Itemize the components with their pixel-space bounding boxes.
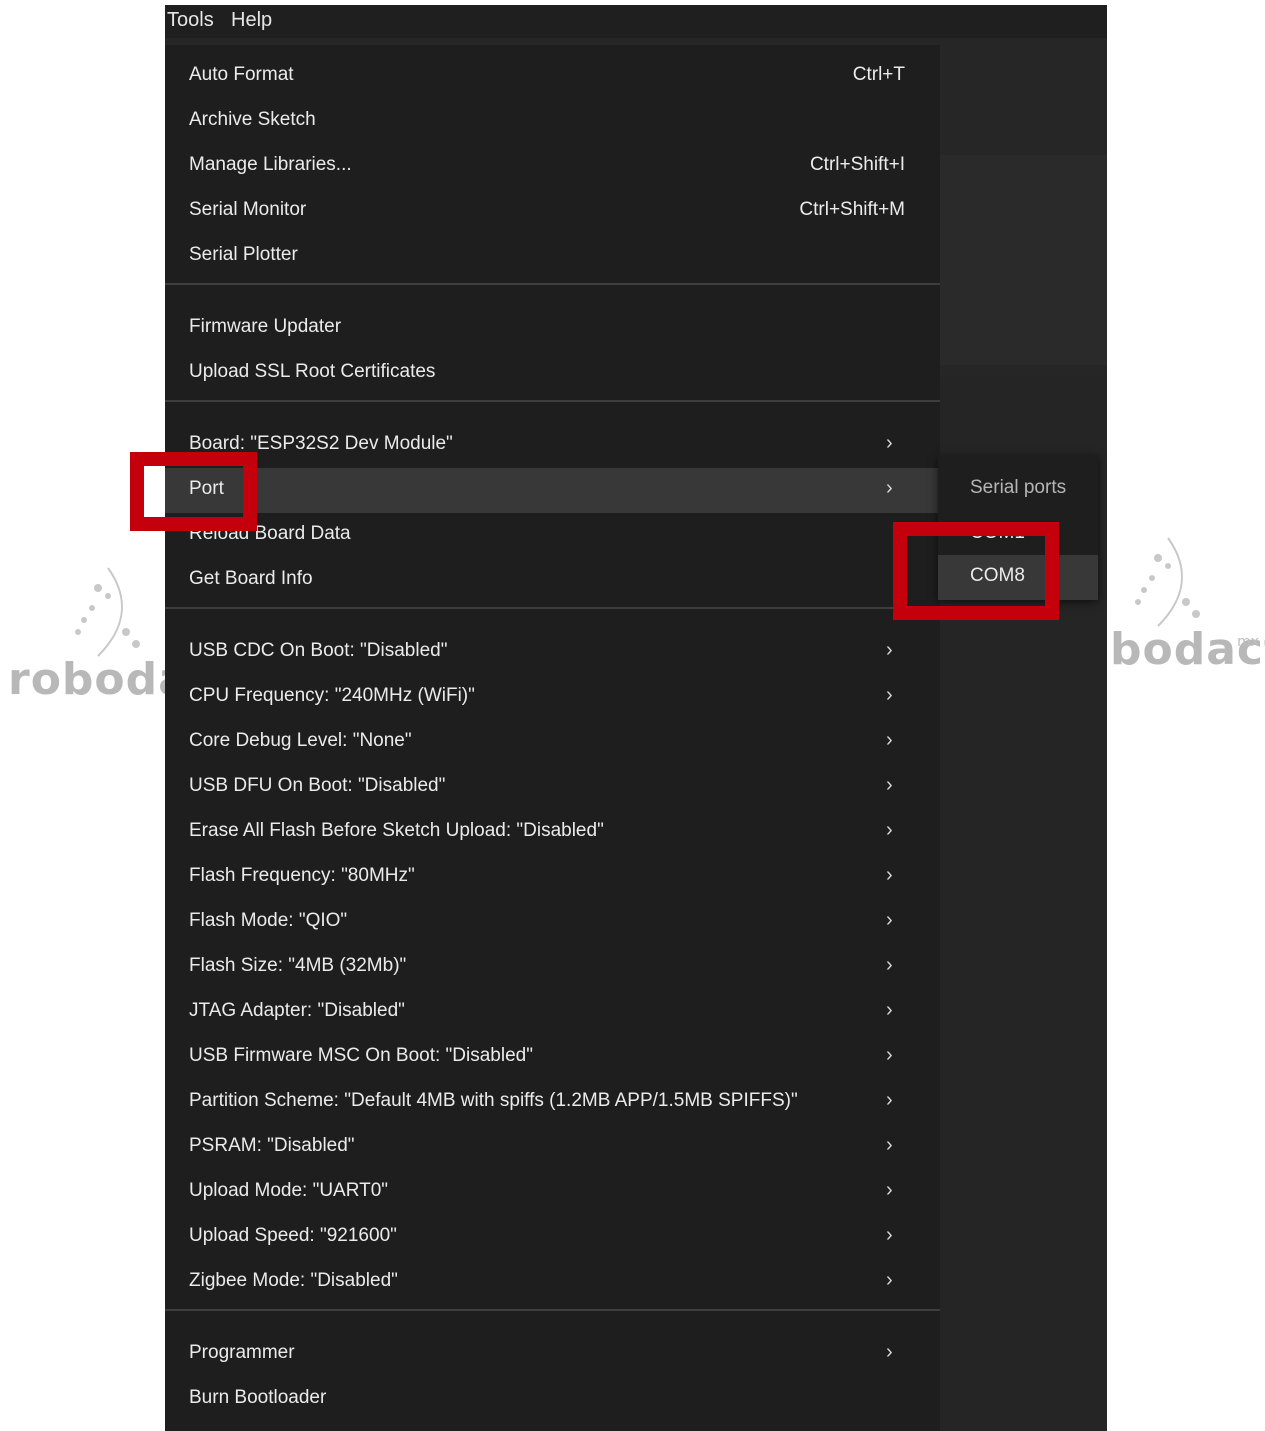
menu-item-manage-libraries[interactable]: Manage Libraries... Ctrl+Shift+I [165, 144, 940, 189]
menu-item-usb-cdc-on-boot-disabled[interactable]: USB CDC On Boot: "Disabled" › [165, 630, 940, 675]
menu-item-label: Erase All Flash Before Sketch Upload: "D… [189, 820, 604, 841]
chevron-right-icon: › [886, 819, 893, 841]
menu-item-label: Get Board Info [189, 568, 313, 589]
menu-item-label: Serial Monitor [189, 199, 307, 220]
menu-item-label: USB DFU On Boot: "Disabled" [189, 775, 446, 796]
menu-item-label: Auto Format [189, 64, 294, 85]
chevron-right-icon: › [886, 1269, 893, 1291]
menu-item-usb-firmware-msc-on-boot-disabled[interactable]: USB Firmware MSC On Boot: "Disabled" › [165, 1035, 940, 1080]
menu-item-label: JTAG Adapter: "Disabled" [189, 1000, 405, 1021]
watermark-right-suffix: mx [1237, 634, 1259, 650]
menu-item-flash-frequency-80mhz[interactable]: Flash Frequency: "80MHz" › [165, 855, 940, 900]
menu-item-label: Upload SSL Root Certificates [189, 361, 436, 382]
ide-window: Tools Help Auto Format Ctrl+T Archive Sket… [165, 5, 1107, 1431]
chevron-right-icon: › [886, 1089, 893, 1111]
menu-item-label: Zigbee Mode: "Disabled" [189, 1270, 398, 1291]
menu-separator [165, 400, 940, 402]
menu-item-upload-ssl-root-certificates[interactable]: Upload SSL Root Certificates [165, 351, 940, 396]
menu-item-label: Flash Size: "4MB (32Mb)" [189, 955, 407, 976]
menu-separator [165, 283, 940, 285]
editor-background [940, 155, 1107, 365]
menu-item-shortcut: Ctrl+T [852, 64, 905, 85]
menu-item-label: CPU Frequency: "240MHz (WiFi)" [189, 685, 475, 706]
watermark-left: robodac [8, 566, 168, 716]
highlight-box-com8 [893, 522, 1059, 620]
chevron-right-icon: › [886, 432, 893, 454]
menu-item-label: Programmer [189, 1342, 295, 1363]
chevron-right-icon: › [886, 729, 893, 751]
menu-item-label: Firmware Updater [189, 316, 342, 337]
menu-item-flash-size-4mb-32mb[interactable]: Flash Size: "4MB (32Mb)" › [165, 945, 940, 990]
menu-item-label: Flash Mode: "QIO" [189, 910, 348, 931]
menu-item-zigbee-mode-disabled[interactable]: Zigbee Mode: "Disabled" › [165, 1260, 940, 1305]
chevron-right-icon: › [886, 774, 893, 796]
menu-item-label: USB CDC On Boot: "Disabled" [189, 640, 448, 661]
watermark-logo-icon [1135, 537, 1200, 627]
chevron-right-icon: › [886, 909, 893, 931]
menu-item-serial-monitor[interactable]: Serial Monitor Ctrl+Shift+M [165, 189, 940, 234]
chevron-right-icon: › [886, 1134, 893, 1156]
chevron-right-icon: › [886, 477, 893, 499]
menu-item-label: Serial Plotter [189, 244, 298, 265]
serial-ports-header: Serial ports [970, 477, 1067, 498]
chevron-right-icon: › [886, 1044, 893, 1066]
menu-item-psram-disabled[interactable]: PSRAM: "Disabled" › [165, 1125, 940, 1170]
menu-item-label: Archive Sketch [189, 109, 316, 130]
menu-item-get-board-info[interactable]: Get Board Info [165, 558, 940, 603]
menu-item-partition-scheme-default-4mb-with-spiffs[interactable]: Partition Scheme: "Default 4MB with spif… [165, 1080, 940, 1125]
menu-item-label: Manage Libraries... [189, 154, 352, 175]
menu-item-flash-mode-qio[interactable]: Flash Mode: "QIO" › [165, 900, 940, 945]
chevron-right-icon: › [886, 999, 893, 1021]
menu-item-label: USB Firmware MSC On Boot: "Disabled" [189, 1045, 533, 1066]
chevron-right-icon: › [886, 1179, 893, 1201]
menu-item-upload-mode-uart0[interactable]: Upload Mode: "UART0" › [165, 1170, 940, 1215]
menu-separator [165, 607, 940, 609]
menu-item-jtag-adapter-disabled[interactable]: JTAG Adapter: "Disabled" › [165, 990, 940, 1035]
menu-help[interactable]: Help [231, 9, 272, 32]
menu-item-cpu-frequency-240mhz-wifi[interactable]: CPU Frequency: "240MHz (WiFi)" › [165, 675, 940, 720]
watermark-logo-icon [75, 567, 140, 657]
menu-item-board-esp32s2-dev-module[interactable]: Board: "ESP32S2 Dev Module" › [165, 423, 940, 468]
watermark-left-text: robodac [8, 654, 168, 705]
menu-item-firmware-updater[interactable]: Firmware Updater [165, 306, 940, 351]
menu-item-label: Burn Bootloader [189, 1387, 327, 1408]
menu-item-programmer[interactable]: Programmer › [165, 1332, 940, 1377]
menu-item-port[interactable]: Port › [165, 468, 940, 513]
menu-item-label: Upload Speed: "921600" [189, 1225, 397, 1246]
chevron-right-icon: › [886, 954, 893, 976]
menu-item-label: Core Debug Level: "None" [189, 730, 412, 751]
menu-item-label: PSRAM: "Disabled" [189, 1135, 355, 1156]
menubar: Tools Help [165, 5, 1107, 38]
menu-item-archive-sketch[interactable]: Archive Sketch [165, 99, 940, 144]
menu-item-serial-plotter[interactable]: Serial Plotter [165, 234, 940, 279]
menu-item-shortcut: Ctrl+Shift+M [799, 199, 905, 220]
menu-item-label: Upload Mode: "UART0" [189, 1180, 389, 1201]
tools-menu: Auto Format Ctrl+T Archive Sketch Manage Li… [165, 45, 940, 1431]
menu-item-erase-all-flash-before-sketch-upload-dis[interactable]: Erase All Flash Before Sketch Upload: "D… [165, 810, 940, 855]
chevron-right-icon: › [886, 684, 893, 706]
highlight-box-port [130, 452, 257, 531]
watermark-right: bodacta mx [1108, 536, 1265, 686]
menu-item-upload-speed-921600[interactable]: Upload Speed: "921600" › [165, 1215, 940, 1260]
chevron-right-icon: › [886, 1341, 893, 1363]
menu-separator [165, 1309, 940, 1311]
menu-item-core-debug-level-none[interactable]: Core Debug Level: "None" › [165, 720, 940, 765]
menu-item-usb-dfu-on-boot-disabled[interactable]: USB DFU On Boot: "Disabled" › [165, 765, 940, 810]
menu-item-shortcut: Ctrl+Shift+I [809, 154, 905, 175]
menu-item-burn-bootloader[interactable]: Burn Bootloader [165, 1377, 940, 1422]
menu-item-label: Flash Frequency: "80MHz" [189, 865, 415, 886]
menu-item-auto-format[interactable]: Auto Format Ctrl+T [165, 54, 940, 99]
chevron-right-icon: › [886, 864, 893, 886]
menu-tools[interactable]: Tools [167, 9, 214, 32]
chevron-right-icon: › [886, 1224, 893, 1246]
menu-item-label: Partition Scheme: "Default 4MB with spif… [189, 1090, 798, 1111]
chevron-right-icon: › [886, 639, 893, 661]
menu-item-reload-board-data[interactable]: Reload Board Data [165, 513, 940, 558]
